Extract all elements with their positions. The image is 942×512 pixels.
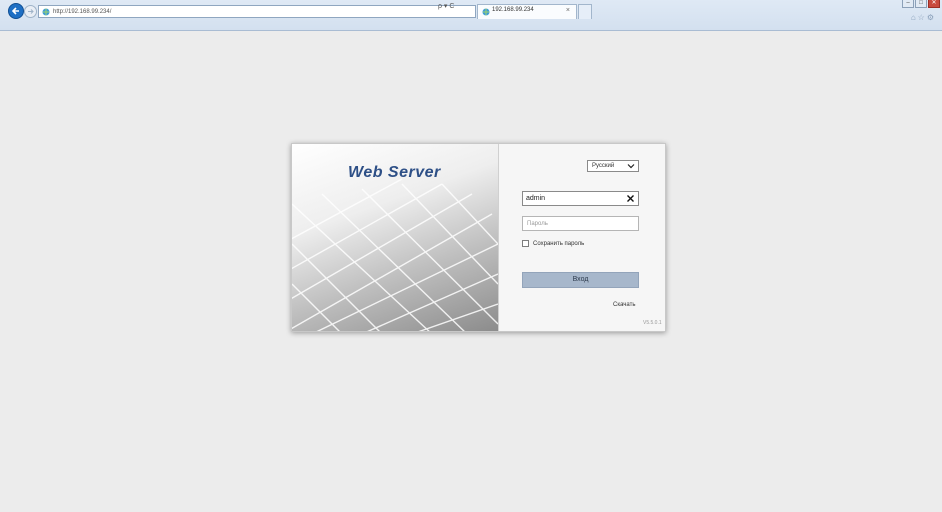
star-icon[interactable]: ☆ xyxy=(918,13,927,22)
address-bar[interactable]: http://192.168.99.234/ xyxy=(38,5,476,18)
web-server-logo: Web Server xyxy=(348,164,441,181)
window-controls: – □ ✕ xyxy=(901,0,940,10)
chevron-down-icon xyxy=(627,164,635,169)
download-link[interactable]: Скачать xyxy=(613,302,636,308)
back-button[interactable] xyxy=(8,3,24,19)
banner-panel: Web Server xyxy=(292,144,499,331)
gear-icon[interactable]: ⚙ xyxy=(927,13,936,22)
home-icon[interactable]: ⌂ xyxy=(911,13,918,22)
login-card: Web Server Русский admin Пароль Сохранит… xyxy=(291,143,666,332)
tab-title: 192.168.99.234 xyxy=(492,7,534,13)
tab-globe-icon xyxy=(482,8,490,16)
username-field[interactable]: admin xyxy=(522,191,639,206)
close-window-button[interactable]: ✕ xyxy=(928,0,940,8)
browser-chrome: http://192.168.99.234/ ρ ▾ C 192.168.99.… xyxy=(0,0,942,31)
browser-toolbar-icons: ⌂☆⚙ xyxy=(911,13,936,22)
clear-icon[interactable] xyxy=(626,194,635,203)
forward-button[interactable] xyxy=(24,5,37,18)
username-value[interactable]: admin xyxy=(526,194,545,204)
arrow-left-icon xyxy=(11,7,19,15)
new-tab-button[interactable] xyxy=(578,4,592,19)
maximize-button[interactable]: □ xyxy=(915,0,927,8)
password-field[interactable]: Пароль xyxy=(522,216,639,231)
login-form: Русский admin Пароль Сохранить пароль Вх… xyxy=(499,144,665,331)
arrow-right-icon xyxy=(28,9,34,14)
language-select[interactable]: Русский xyxy=(587,160,639,172)
address-url[interactable]: http://192.168.99.234/ xyxy=(53,7,111,17)
password-placeholder[interactable]: Пароль xyxy=(527,220,548,228)
minimize-button[interactable]: – xyxy=(902,0,914,8)
tab-close-icon[interactable]: × xyxy=(566,7,570,14)
language-value: Русский xyxy=(592,163,615,169)
remember-password-label[interactable]: Сохранить пароль xyxy=(533,240,584,248)
search-refresh-icons[interactable]: ρ ▾ C xyxy=(438,2,454,10)
login-button[interactable]: Вход xyxy=(522,272,639,288)
browser-tab[interactable]: 192.168.99.234 × xyxy=(477,4,577,19)
page-globe-icon xyxy=(42,8,50,16)
remember-password-checkbox[interactable] xyxy=(522,240,529,247)
version-label: V5.5.0.1 xyxy=(643,320,662,326)
